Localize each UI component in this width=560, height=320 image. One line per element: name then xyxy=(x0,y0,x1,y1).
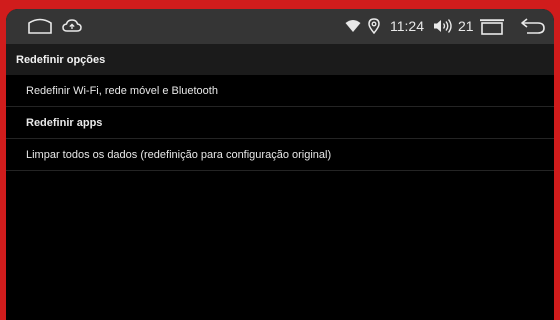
option-reset-network[interactable]: Redefinir Wi-Fi, rede móvel e Bluetooth xyxy=(6,75,554,107)
volume-level: 21 xyxy=(458,18,474,34)
speaker-icon[interactable] xyxy=(433,18,457,34)
wifi-icon xyxy=(345,19,361,33)
page-header: Redefinir opções xyxy=(6,44,554,75)
location-icon xyxy=(368,18,380,34)
screen: 11:24 21 Redefinir opções Redefinir Wi-F… xyxy=(6,9,554,320)
cloud-icon xyxy=(62,18,82,34)
page-title: Redefinir opções xyxy=(16,54,106,66)
option-label: Limpar todos os dados (redefinição para … xyxy=(26,149,332,161)
option-label: Redefinir Wi-Fi, rede móvel e Bluetooth xyxy=(26,85,218,97)
option-label: Redefinir apps xyxy=(26,117,103,129)
back-icon[interactable] xyxy=(519,17,547,35)
status-bar: 11:24 21 xyxy=(6,9,554,44)
home-icon[interactable] xyxy=(26,17,54,35)
option-reset-apps[interactable]: Redefinir apps xyxy=(6,107,554,139)
clock-time: 11:24 xyxy=(390,18,424,34)
option-factory-reset[interactable]: Limpar todos os dados (redefinição para … xyxy=(6,139,554,171)
recent-apps-icon[interactable] xyxy=(478,19,506,35)
frame-notch xyxy=(283,0,286,9)
